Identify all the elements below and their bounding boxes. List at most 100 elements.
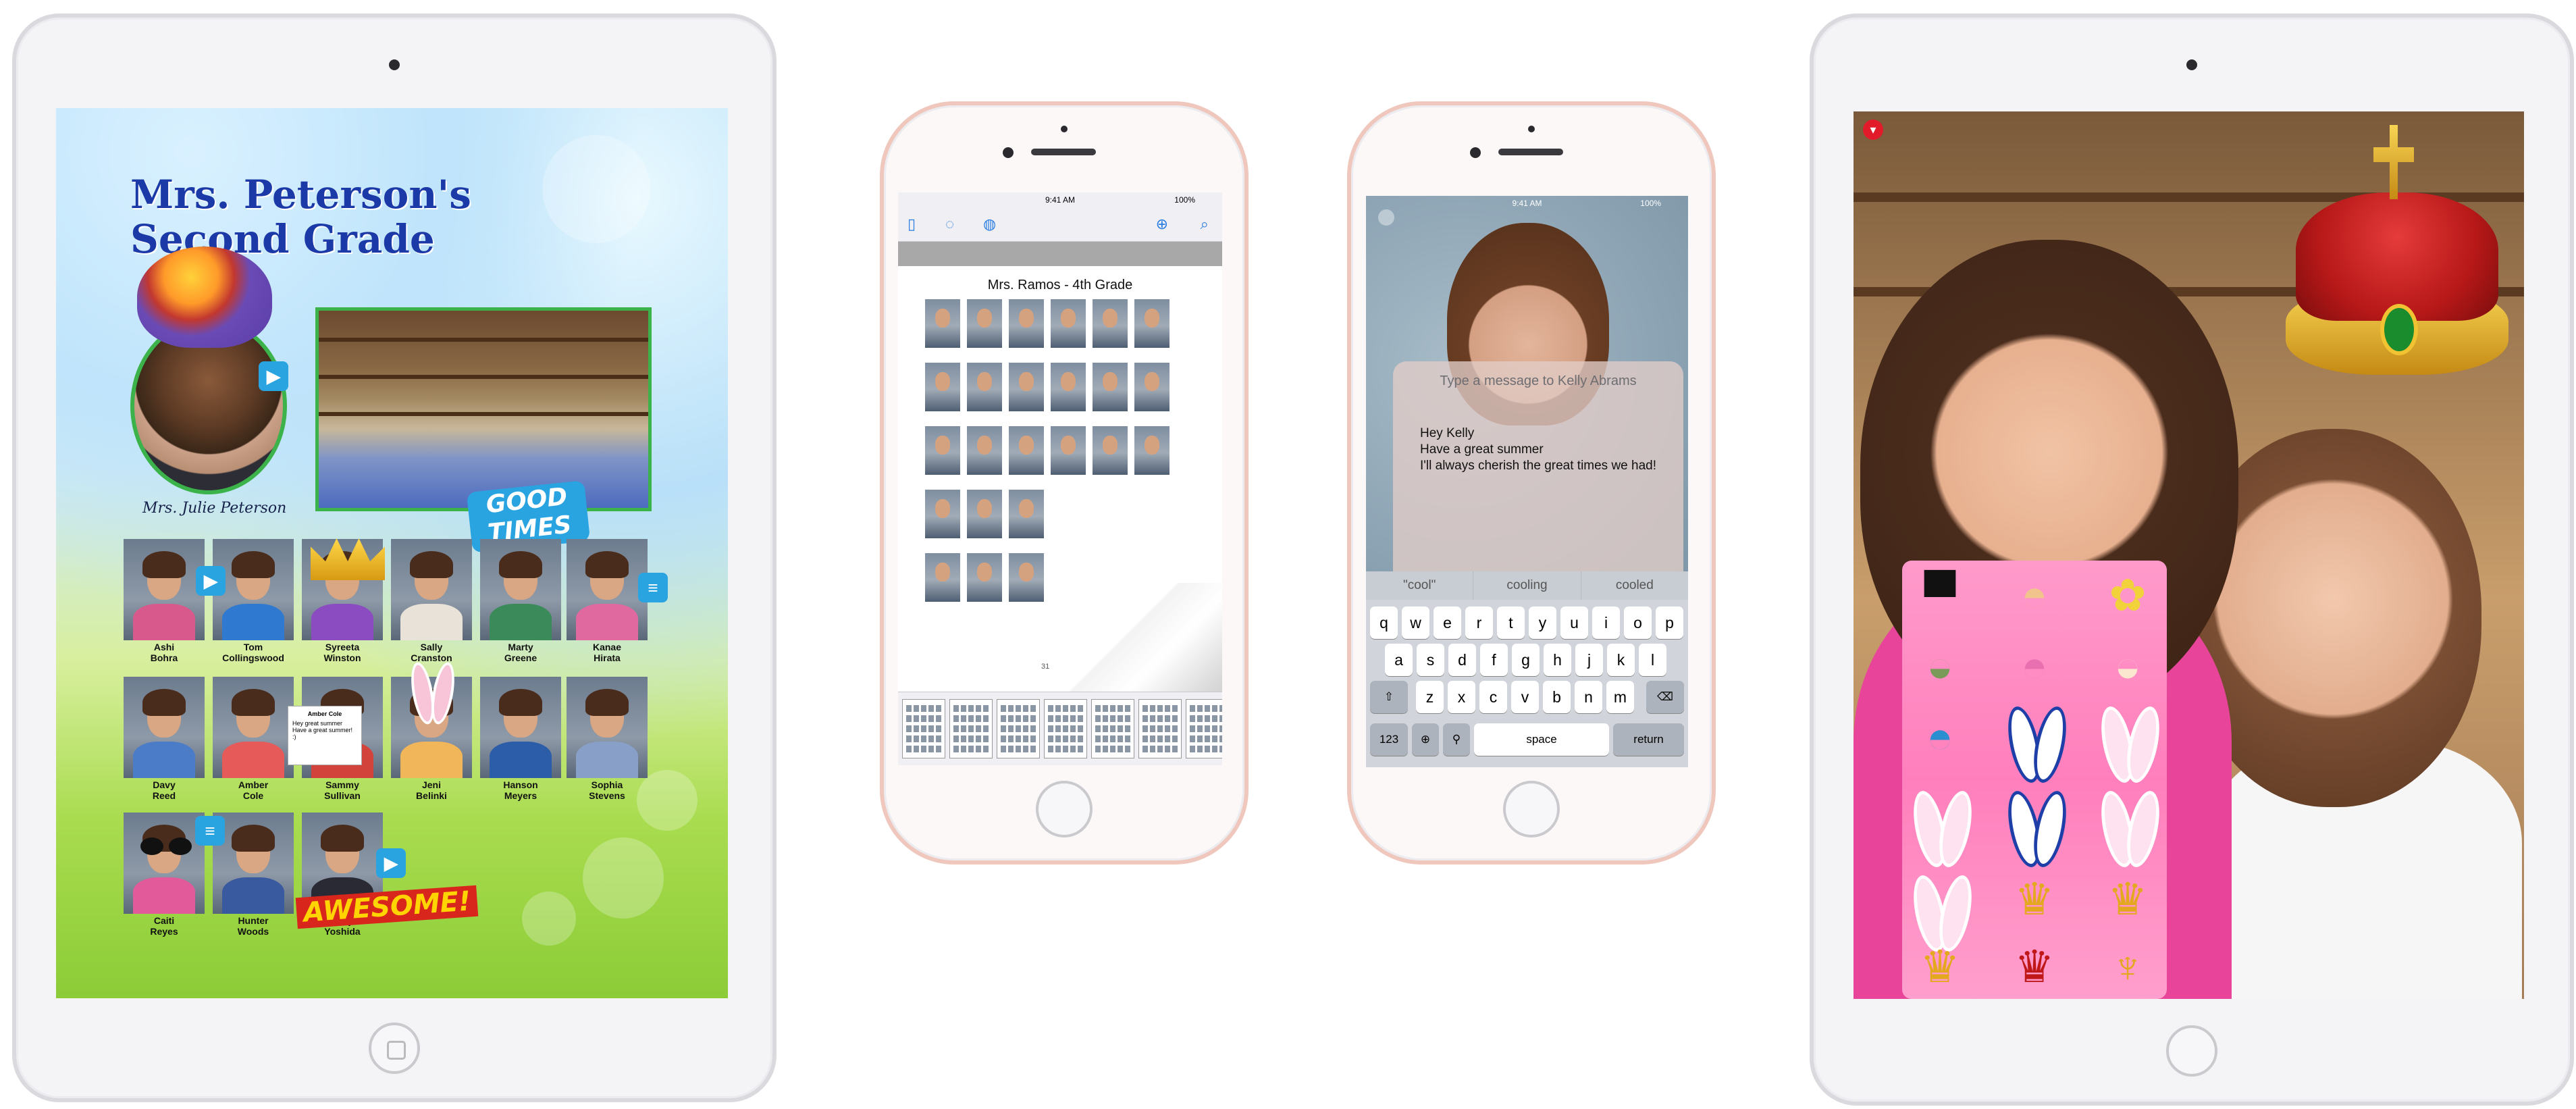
backspace-key[interactable]: ⌫	[1646, 681, 1684, 713]
student-photo[interactable]	[124, 539, 205, 640]
chat-icon[interactable]: ◌	[945, 215, 954, 233]
search-icon[interactable]: ⌕	[1201, 215, 1209, 233]
bunny-ears-icon[interactable]	[1909, 790, 1971, 865]
shift-key[interactable]: ⇧	[1370, 681, 1408, 713]
student-thumbnail[interactable]	[967, 299, 1002, 348]
key-r[interactable]: r	[1465, 607, 1493, 639]
key-f[interactable]: f	[1480, 644, 1508, 676]
page-thumbnail[interactable]	[997, 699, 1040, 758]
video-icon[interactable]: ▶	[259, 361, 288, 391]
student-card[interactable]: Sally Cranston	[391, 539, 472, 663]
student-thumbnail[interactable]	[1093, 426, 1128, 475]
key-u[interactable]: u	[1560, 607, 1588, 639]
page-thumbnail[interactable]	[1091, 699, 1134, 758]
suggestion[interactable]: cooled	[1581, 571, 1688, 600]
video-icon[interactable]: ▶	[196, 566, 226, 596]
fruit-hat-sticker[interactable]	[137, 247, 272, 348]
chevron-down-icon[interactable]: ▾	[1863, 120, 1883, 140]
globe-icon[interactable]: ◍	[983, 215, 996, 233]
key-j[interactable]: j	[1575, 644, 1603, 676]
bunny-ears-icon[interactable]	[2097, 706, 2159, 780]
student-card[interactable]: Hanson Meyers	[480, 677, 561, 801]
gold-crown-icon[interactable]: ♛	[1909, 935, 1971, 998]
green-hat-icon[interactable]: ◒	[1909, 635, 1971, 697]
key-p[interactable]: p	[1656, 607, 1683, 639]
student-card[interactable]: Hunter Woods	[213, 813, 294, 937]
student-thumbnail[interactable]	[967, 363, 1002, 411]
student-thumbnail[interactable]	[1093, 363, 1128, 411]
key-w[interactable]: w	[1402, 607, 1429, 639]
key-s[interactable]: s	[1417, 644, 1444, 676]
scepter-icon[interactable]: ♆	[2097, 935, 2159, 998]
flower-hat-icon[interactable]: ✿	[2097, 564, 2159, 626]
student-card[interactable]: Kanae Hirata	[567, 539, 648, 663]
share-icon[interactable]: ⊕	[1156, 215, 1168, 233]
student-thumbnail[interactable]	[1009, 299, 1044, 348]
message-text[interactable]: Hey Kelly Have a great summer I'll alway…	[1420, 425, 1663, 474]
close-icon[interactable]	[1378, 209, 1394, 226]
page-thumbnail[interactable]	[949, 699, 993, 758]
blue-hat-icon[interactable]: ◓	[1909, 706, 1971, 768]
page-thumbnail[interactable]	[1138, 699, 1182, 758]
red-crown-icon[interactable]: ♛	[2003, 935, 2066, 998]
student-thumbnail[interactable]	[1093, 299, 1128, 348]
student-photo[interactable]	[567, 677, 648, 778]
student-thumbnail[interactable]	[967, 426, 1002, 475]
student-thumbnail[interactable]	[1051, 299, 1086, 348]
return-key[interactable]: return	[1613, 723, 1684, 756]
bunny-ears-sticker[interactable]	[407, 661, 458, 726]
key-h[interactable]: h	[1544, 644, 1571, 676]
crown-sticker[interactable]	[2265, 118, 2522, 469]
key-k[interactable]: k	[1607, 644, 1635, 676]
key-t[interactable]: t	[1497, 607, 1525, 639]
student-thumbnail[interactable]	[1134, 363, 1169, 411]
class-photo[interactable]	[315, 307, 652, 511]
key-b[interactable]: b	[1543, 681, 1571, 713]
student-thumbnail[interactable]	[925, 553, 960, 602]
glasses-sticker[interactable]	[140, 837, 193, 858]
page-thumbnail[interactable]	[1186, 699, 1222, 758]
student-thumbnail[interactable]	[1009, 363, 1044, 411]
numbers-key[interactable]: 123	[1370, 723, 1408, 756]
student-thumbnail[interactable]	[925, 363, 960, 411]
key-l[interactable]: l	[1639, 644, 1666, 676]
student-thumbnail[interactable]	[1009, 426, 1044, 475]
gold-crown-icon[interactable]: ♛	[2003, 868, 2066, 930]
key-q[interactable]: q	[1370, 607, 1398, 639]
pink-hat-icon[interactable]: ◓	[2003, 635, 2066, 697]
student-card[interactable]: Ashi Bohra	[124, 539, 205, 663]
bunny-ears-icon[interactable]	[2003, 706, 2066, 780]
student-card[interactable]: Davy Reed	[124, 677, 205, 801]
student-card[interactable]: Caiti Reyes	[124, 813, 205, 937]
suggestion[interactable]: cooling	[1473, 571, 1581, 600]
student-thumbnail[interactable]	[1134, 426, 1169, 475]
key-m[interactable]: m	[1606, 681, 1634, 713]
student-photo[interactable]	[567, 539, 648, 640]
white-hat-icon[interactable]: ◒	[2097, 635, 2159, 697]
key-c[interactable]: c	[1479, 681, 1507, 713]
student-thumbnail[interactable]	[1051, 363, 1086, 411]
student-photo[interactable]	[213, 677, 294, 778]
suggestion[interactable]: "cool"	[1366, 571, 1474, 600]
student-card[interactable]: Marty Greene	[480, 539, 561, 663]
home-button[interactable]	[369, 1023, 420, 1074]
student-photo[interactable]	[391, 539, 472, 640]
student-thumbnail[interactable]	[967, 490, 1002, 538]
space-key[interactable]: space	[1474, 723, 1609, 756]
top-hat-icon[interactable]: ▀	[1909, 564, 1971, 626]
key-g[interactable]: g	[1512, 644, 1540, 676]
student-photo[interactable]	[124, 813, 205, 914]
student-photo[interactable]	[213, 813, 294, 914]
key-o[interactable]: o	[1624, 607, 1652, 639]
student-card[interactable]: Sophia Stevens	[567, 677, 648, 801]
key-x[interactable]: x	[1448, 681, 1475, 713]
key-z[interactable]: z	[1416, 681, 1444, 713]
microphone-key[interactable]: ⚲	[1443, 723, 1470, 756]
key-d[interactable]: d	[1448, 644, 1476, 676]
key-i[interactable]: i	[1592, 607, 1620, 639]
student-thumbnail[interactable]	[1009, 490, 1044, 538]
video-icon[interactable]: ▶	[376, 848, 406, 878]
student-thumbnail[interactable]	[925, 490, 960, 538]
student-photo[interactable]	[480, 677, 561, 778]
key-a[interactable]: a	[1385, 644, 1413, 676]
